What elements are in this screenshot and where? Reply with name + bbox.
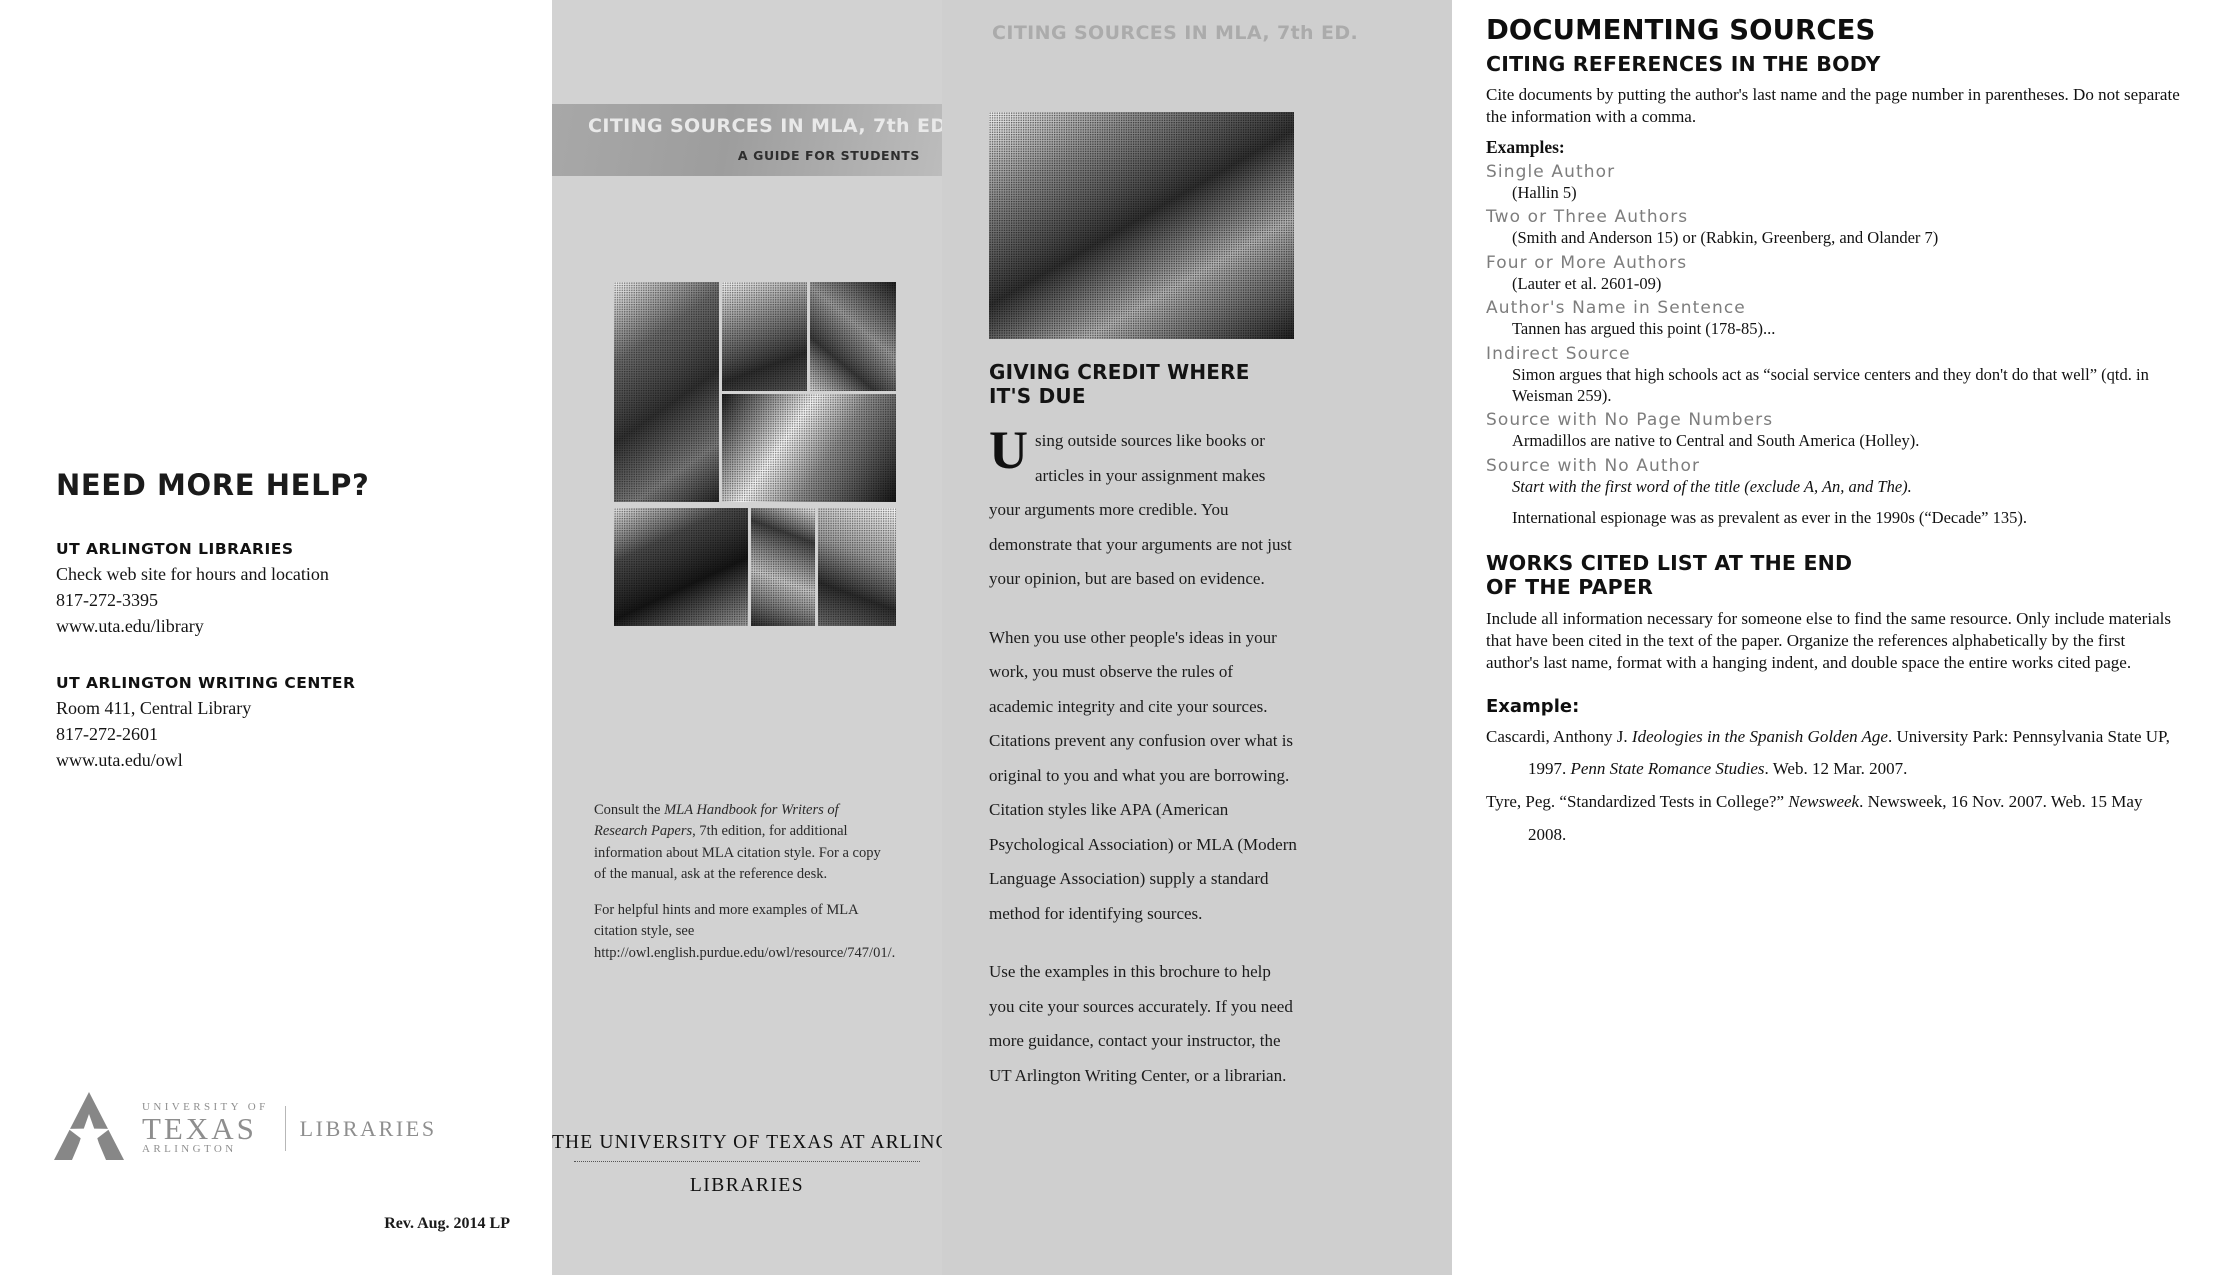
collage-photo [818, 508, 896, 626]
example-term: Source with No Author [1486, 455, 1701, 476]
citation-entry: Tyre, Peg. “Standardized Tests in Colleg… [1486, 786, 2181, 851]
doc-section-2-heading-line-1: WORKS CITED LIST AT THE END [1486, 550, 1853, 575]
example-definition: (Lauter et al. 2601-09) [1512, 273, 1662, 293]
example-term: Indirect Source [1486, 343, 1631, 364]
logo-texas-line: TEXAS [142, 1110, 257, 1146]
credit-paragraph-1: Using outside sources like books or arti… [989, 420, 1297, 597]
collage-photo [721, 393, 896, 502]
collage-photo [721, 282, 808, 391]
contact-name: UT ARLINGTON WRITING CENTER [56, 673, 356, 692]
example-term: Single Author [1486, 161, 1616, 182]
citation-pre: Cascardi, Anthony J. [1486, 726, 1632, 746]
panel-documenting-sources: DOCUMENTING SOURCES CITING REFERENCES IN… [1452, 0, 2213, 1275]
collage-photo [810, 282, 896, 391]
cover-subtitle: A GUIDE FOR STUDENTS [737, 148, 920, 163]
cover-note: Consult the MLA Handbook for Writers of … [594, 800, 896, 978]
collage-photo [750, 508, 816, 626]
example-definition: (Hallin 5) [1512, 182, 1577, 202]
panel-giving-credit: CITING SOURCES IN MLA, 7th ED. GIVING CR… [942, 0, 1452, 1275]
doc-section-2-heading: WORKS CITED LIST AT THE END OF THE PAPER [1486, 551, 2181, 600]
doc-section-2-intro: Include all information necessary for so… [1486, 608, 2171, 672]
contact-hours: Check web site for hours and location [56, 564, 329, 584]
contact-name: UT ARLINGTON LIBRARIES [56, 540, 294, 558]
credit-paragraph-3: Use the examples in this brochure to hel… [989, 962, 1293, 1085]
doc-title: DOCUMENTING SOURCES [1486, 14, 1876, 46]
contact-room: Room 411, Central Library [56, 697, 252, 718]
university-name: THE UNIVERSITY OF TEXAS AT ARLINGTON [552, 1132, 995, 1153]
citation-italic-title: Newsweek [1788, 791, 1860, 811]
citation-post: . Web. 12 Mar. 2007. [1764, 759, 1908, 779]
section-heading: GIVING CREDIT WHERE IT'S DUE [989, 360, 1250, 408]
example-definition: Simon argues that high schools act as “s… [1512, 364, 2149, 406]
example-item: Source with No Author Start with the fir… [1486, 456, 2181, 529]
example-definition: Armadillos are native to Central and Sou… [1512, 431, 1920, 451]
example-term: Four or More Authors [1486, 252, 1688, 273]
uta-libraries-logo: UNIVERSITY OF TEXAS ARLINGTON LIBRARIES [50, 1090, 510, 1167]
cover-note-paragraph-2: For helpful hints and more examples of M… [594, 901, 896, 961]
student-laptop-photo [989, 112, 1294, 339]
libraries-label: LIBRARIES [689, 1175, 805, 1196]
revision-stamp: Rev. Aug. 2014 LP [384, 1215, 510, 1232]
cover-title: CITING SOURCES IN MLA, 7th ED. [588, 115, 942, 137]
mark-divider [574, 1161, 920, 1162]
collage-photo [614, 508, 748, 626]
brochure-spread: NEED MORE HELP? UT ARLINGTON LIBRARIES C… [0, 0, 2213, 1275]
contact-block-writing-center: UT ARLINGTON WRITING CENTER Room 411, Ce… [56, 674, 476, 774]
help-content: NEED MORE HELP? UT ARLINGTON LIBRARIES C… [56, 468, 476, 807]
example-item: Two or Three Authors (Smith and Anderson… [1486, 207, 2181, 248]
cover-photo-collage-bottom [614, 508, 896, 626]
ghost-title-artifact: CITING SOURCES IN MLA, 7th ED. [992, 22, 1359, 44]
cover-note-paragraph-1: Consult the MLA Handbook for Writers of … [594, 800, 894, 886]
citation-italic-series: Penn State Romance Studies [1570, 759, 1765, 779]
credit-paragraph-1-text: sing outside sources like books or artic… [989, 431, 1292, 588]
contact-phone: 817-272-3395 [56, 589, 158, 610]
example-item: Single Author (Hallin 5) [1486, 162, 2181, 203]
cover-photo-collage-top [614, 282, 896, 502]
example-item: Indirect Source Simon argues that high s… [1486, 344, 2181, 407]
example-item: Source with No Page Numbers Armadillos a… [1486, 410, 2181, 451]
cover-university-mark: THE UNIVERSITY OF TEXAS AT ARLINGTON LIB… [552, 1132, 995, 1197]
example-definition: Start with the first word of the title (… [1512, 476, 1912, 496]
citation-pre: Tyre, Peg. “Standardized Tests in Colleg… [1486, 791, 1789, 811]
credit-paragraph-2: When you use other people's ideas in you… [989, 627, 1297, 923]
page-title: NEED MORE HELP? [56, 468, 370, 502]
contact-website[interactable]: www.uta.edu/owl [56, 748, 476, 774]
doc-section-1-intro: Cite documents by putting the author's l… [1486, 85, 2180, 126]
citation-entry: Cascardi, Anthony J. Ideologies in the S… [1486, 721, 2181, 786]
logo-arlington-line: ARLINGTON [142, 1143, 237, 1156]
example-extra: International espionage was as prevalent… [1512, 508, 2027, 528]
example-definition: Tannen has argued this point (178-85)... [1512, 319, 1776, 339]
example-term: Source with No Page Numbers [1486, 410, 1774, 431]
uta-star-a-icon [50, 1090, 128, 1167]
logo-wordmark: UNIVERSITY OF TEXAS ARLINGTON LIBRARIES [142, 1101, 437, 1156]
works-cited-example-label: Example: [1486, 695, 1580, 717]
example-term: Author's Name in Sentence [1486, 298, 1746, 319]
cover-banner: CITING SOURCES IN MLA, 7th ED. A GUIDE F… [552, 104, 942, 176]
note-pre: Consult the [594, 802, 665, 818]
example-item: Author's Name in Sentence Tannen has arg… [1486, 298, 2181, 339]
logo-libraries-line: LIBRARIES [299, 1115, 437, 1141]
logo-divider [284, 1105, 286, 1152]
contact-block-libraries: UT ARLINGTON LIBRARIES Check web site fo… [56, 540, 476, 640]
credit-body: GIVING CREDIT WHERE IT'S DUE Using outsi… [989, 360, 1297, 1117]
citation-italic-title: Ideologies in the Spanish Golden Age [1631, 726, 1888, 746]
panel-need-more-help: NEED MORE HELP? UT ARLINGTON LIBRARIES C… [0, 0, 552, 1275]
logo-row: UNIVERSITY OF TEXAS ARLINGTON LIBRARIES [50, 1090, 510, 1167]
doc-section-1-heading: CITING REFERENCES IN THE BODY [1486, 52, 1881, 76]
drop-cap: U [989, 420, 1028, 480]
example-item: Four or More Authors (Lauter et al. 2601… [1486, 253, 2181, 294]
example-definition: (Smith and Anderson 15) or (Rabkin, Gree… [1512, 228, 1939, 248]
logo-uta-text: UNIVERSITY OF TEXAS ARLINGTON [142, 1101, 285, 1156]
doc-section-2-heading-line-2: OF THE PAPER [1486, 575, 1654, 600]
contact-phone: 817-272-2601 [56, 723, 158, 744]
contact-website[interactable]: www.uta.edu/library [56, 614, 476, 640]
examples-label: Examples: [1486, 136, 1565, 157]
example-term: Two or Three Authors [1486, 207, 1689, 228]
panel-front-cover: CITING SOURCES IN MLA, 7th ED. A GUIDE F… [552, 0, 995, 1275]
collage-photo [614, 282, 719, 502]
